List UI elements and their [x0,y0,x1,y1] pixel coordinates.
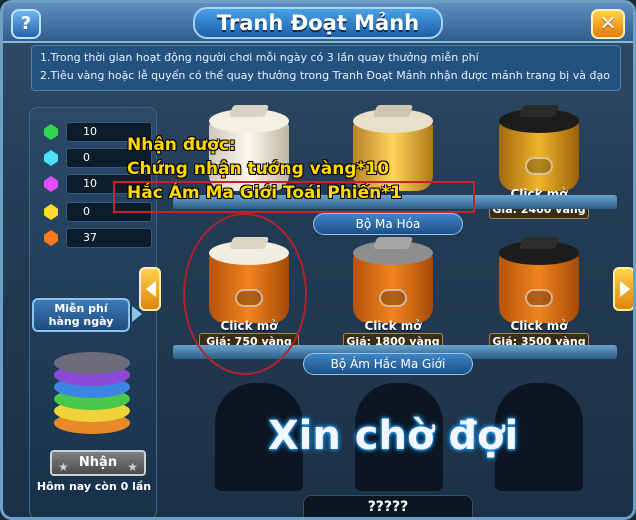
free-spin-label-2: hàng ngày [48,315,114,328]
shelf-label: Bộ Ám Hắc Ma Giới [303,353,473,375]
reward-heading: Nhận được: [127,135,236,155]
rules-notice: 1.Trong thời gian hoạt động người chơi m… [31,45,621,91]
close-button[interactable]: ✕ [591,9,625,39]
free-spin-label-1: Miễn phí [54,302,108,315]
black-gold-drum-icon [499,105,579,199]
emblem-icon [525,289,553,307]
resource-value: 37 [66,228,152,248]
rainbow-drum-icon [52,348,132,438]
orange-gem-icon [44,230,58,246]
drum-ring [54,352,130,374]
previous-page-button[interactable] [139,267,161,311]
title-bar: ? Tranh Đoạt Mảnh ✕ [3,3,633,43]
receive-label: Nhận [78,455,118,470]
emblem-icon [525,157,553,175]
star-icon: ★ [127,460,138,474]
remaining-spins-text: Hôm nay còn 0 lần [36,480,152,493]
drum-slot[interactable]: Click mở Giá: 1800 vàng [337,229,449,353]
annotation-box [113,181,475,213]
emblem-icon [379,289,407,307]
rule-line-1: 1.Trong thời gian hoạt động người chơi m… [40,51,479,64]
purple-gem-icon [44,176,58,192]
arrow-left-icon [146,281,156,297]
please-wait-text: Xin chờ đợi [267,413,519,459]
cyan-gem-icon [44,150,58,166]
unknown-set-label: ????? [303,495,473,517]
yellow-gem-icon [44,204,58,220]
resource-row: 37 [44,228,152,248]
reward-item-1: Chứng nhận tướng vàng*10 [127,159,390,179]
drum-slot[interactable]: Click mở Giá: 3500 vàng [483,229,595,353]
black-drum-icon [499,237,579,331]
receive-button[interactable]: ★ Nhận ★ [50,450,146,476]
green-gem-icon [44,124,58,140]
gray-drum-icon [353,237,433,331]
click-open-label: Click mở [510,319,568,333]
annotation-circle [183,213,307,375]
daily-free-spin-button[interactable]: Miễn phí hàng ngày [32,298,130,332]
next-page-button[interactable] [613,267,633,311]
rule-line-2: 2.Tiêu vàng hoặc lễ quyển có thể quay th… [40,69,610,82]
help-button[interactable]: ? [11,9,41,39]
star-icon: ★ [58,460,69,474]
click-open-label: Click mở [364,319,422,333]
game-window: ? Tranh Đoạt Mảnh ✕ 1.Trong thời gian ho… [0,0,636,520]
window-title: Tranh Đoạt Mảnh [193,7,443,39]
arrow-right-icon [620,281,630,297]
